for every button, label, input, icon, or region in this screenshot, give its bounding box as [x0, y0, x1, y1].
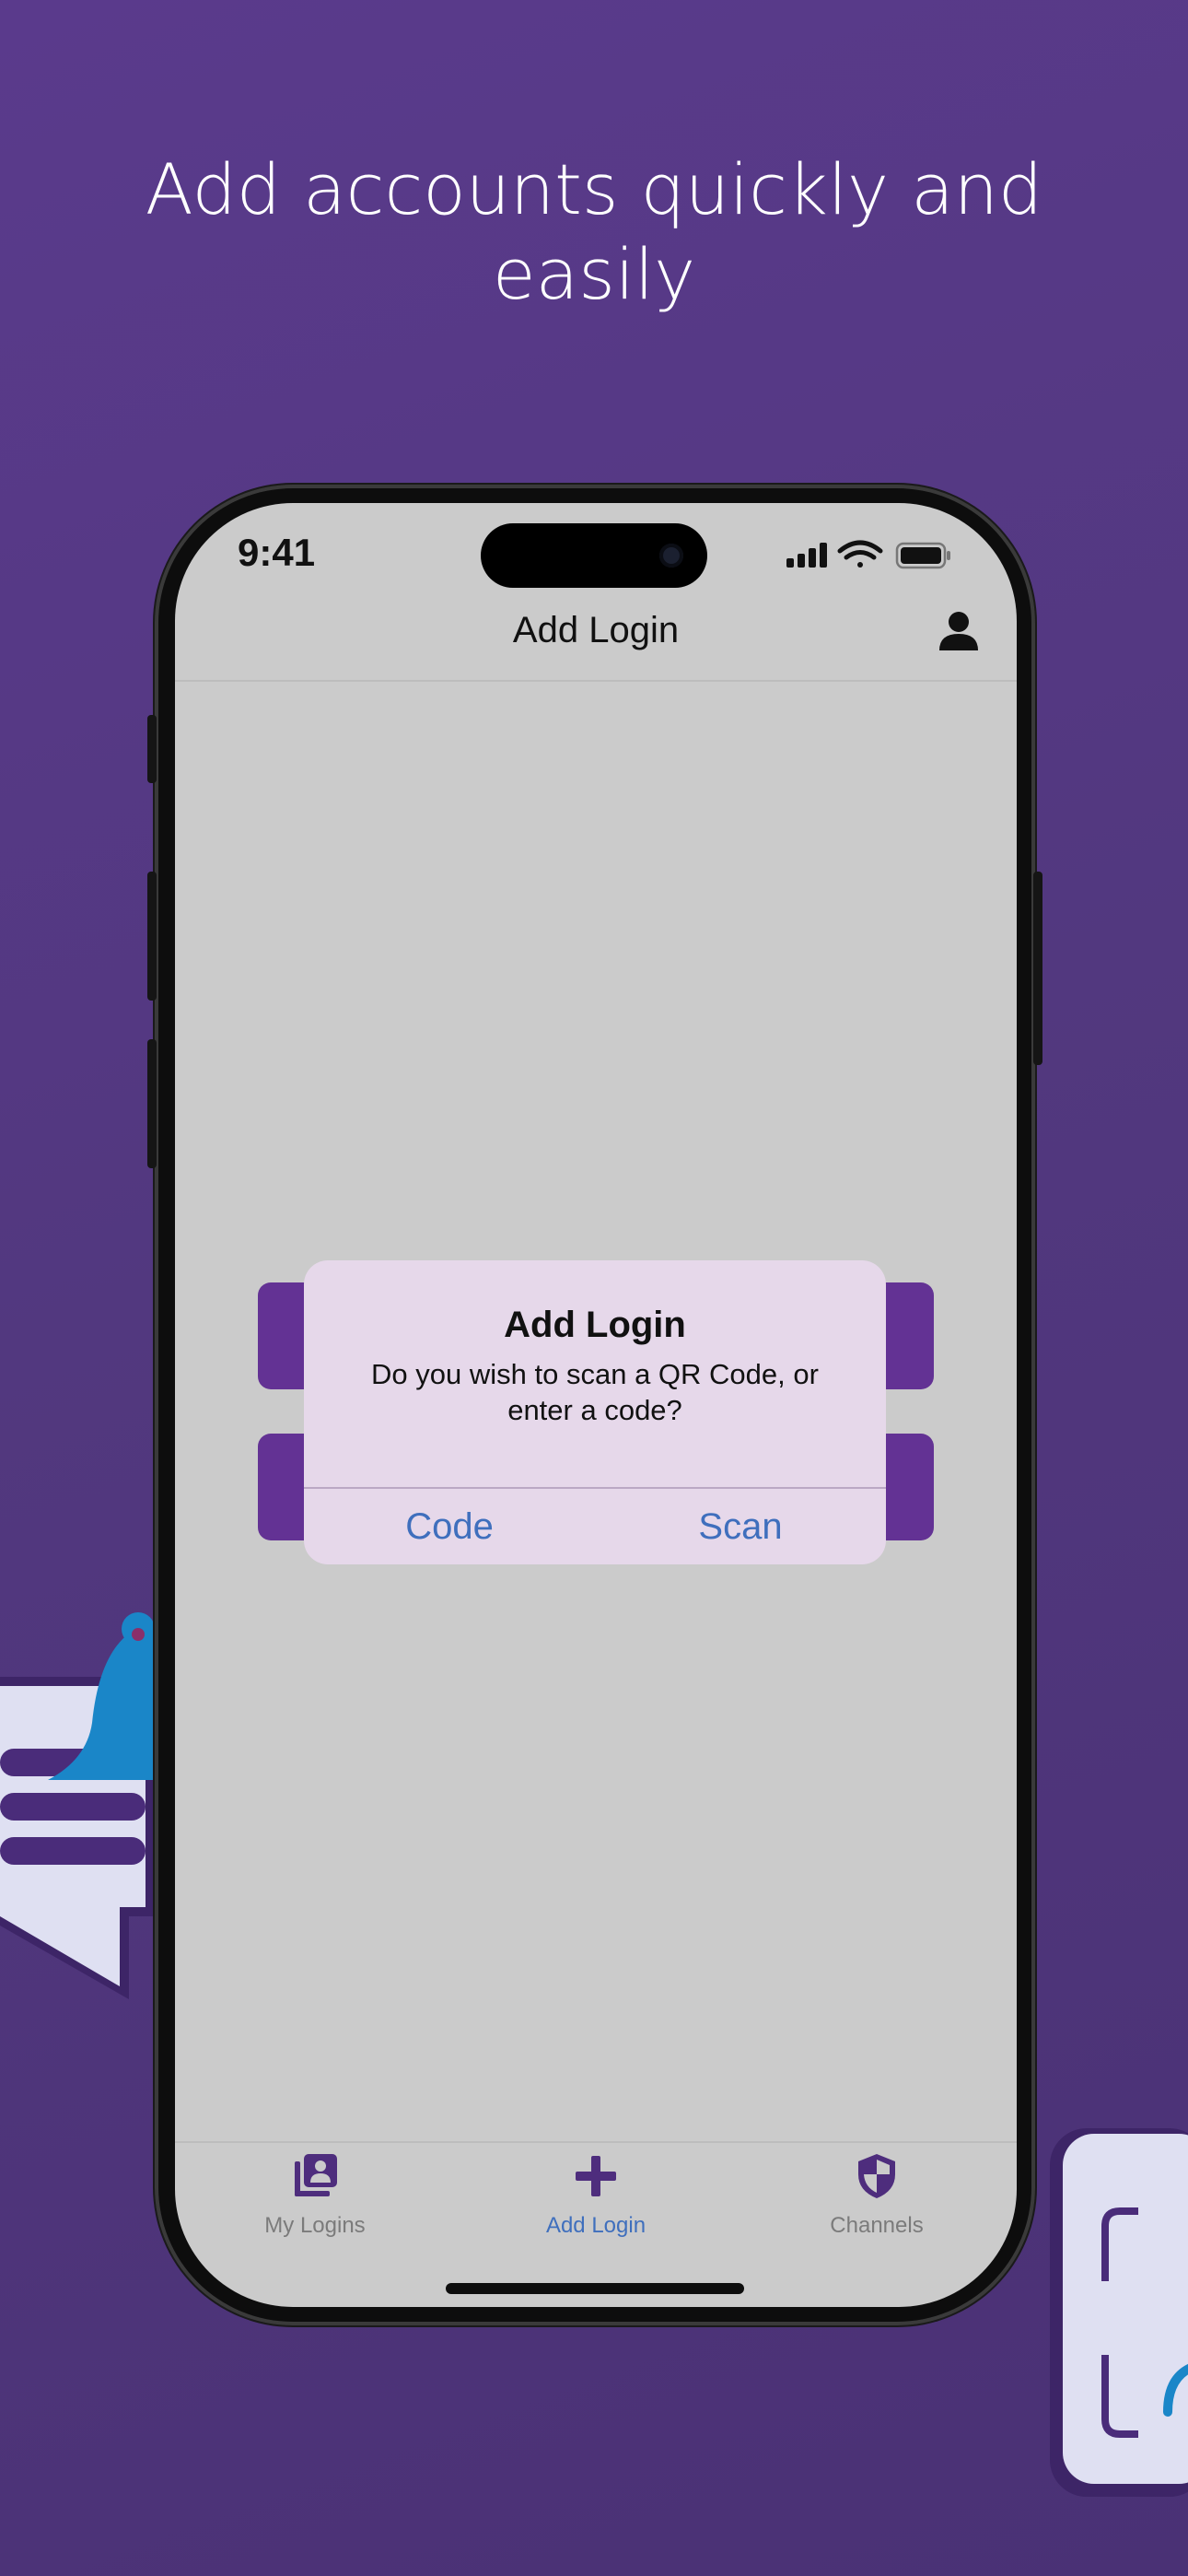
profile-icon[interactable] — [936, 608, 982, 654]
phone-screen: 9:41 Add Login Add Login Do you wish to … — [175, 503, 1017, 2307]
headline-line-2: easily — [492, 233, 696, 315]
headline-line-1: Add accounts quickly and — [145, 148, 1043, 230]
chat-bell-illustration — [0, 1612, 158, 1999]
phone-action-button — [147, 715, 157, 783]
dynamic-island — [481, 523, 707, 588]
scan-button[interactable]: Scan — [595, 1489, 886, 1564]
status-time: 9:41 — [238, 531, 316, 574]
phone-power-button — [1033, 872, 1042, 1065]
wifi-icon — [837, 540, 883, 568]
navbar-divider — [175, 680, 1017, 682]
tab-label-my-logins: My Logins — [264, 2213, 366, 2238]
page-title: Add Login — [512, 610, 680, 650]
phone-volume-down-button — [147, 1039, 157, 1168]
tabbar-divider — [175, 2141, 1017, 2143]
cellular-signal-icon — [786, 543, 827, 568]
tab-label-channels: Channels — [830, 2213, 924, 2238]
status-icons — [786, 540, 950, 569]
tab-add-login[interactable]: Add Login — [456, 2152, 736, 2239]
alert-message: Do you wish to scan a QR Code, or enter … — [371, 1358, 819, 1426]
home-indicator[interactable] — [446, 2283, 744, 2294]
id-card-illustration — [1050, 2128, 1188, 2497]
camera-icon — [659, 544, 683, 568]
shield-icon — [858, 2154, 895, 2198]
contacts-book-icon — [295, 2154, 337, 2196]
tab-label-add-login: Add Login — [545, 2213, 646, 2238]
tab-channels[interactable]: Channels — [737, 2152, 1017, 2239]
add-login-alert: Add Login Do you wish to scan a QR Code,… — [304, 1260, 886, 1564]
headline: Add accounts quickly and easily — [0, 147, 1188, 317]
alert-title: Add Login — [504, 1305, 686, 1345]
phone-volume-up-button — [147, 872, 157, 1001]
code-button[interactable]: Code — [304, 1489, 595, 1564]
battery-icon — [895, 542, 950, 569]
tab-my-logins[interactable]: My Logins — [175, 2152, 455, 2239]
plus-icon — [576, 2156, 616, 2196]
